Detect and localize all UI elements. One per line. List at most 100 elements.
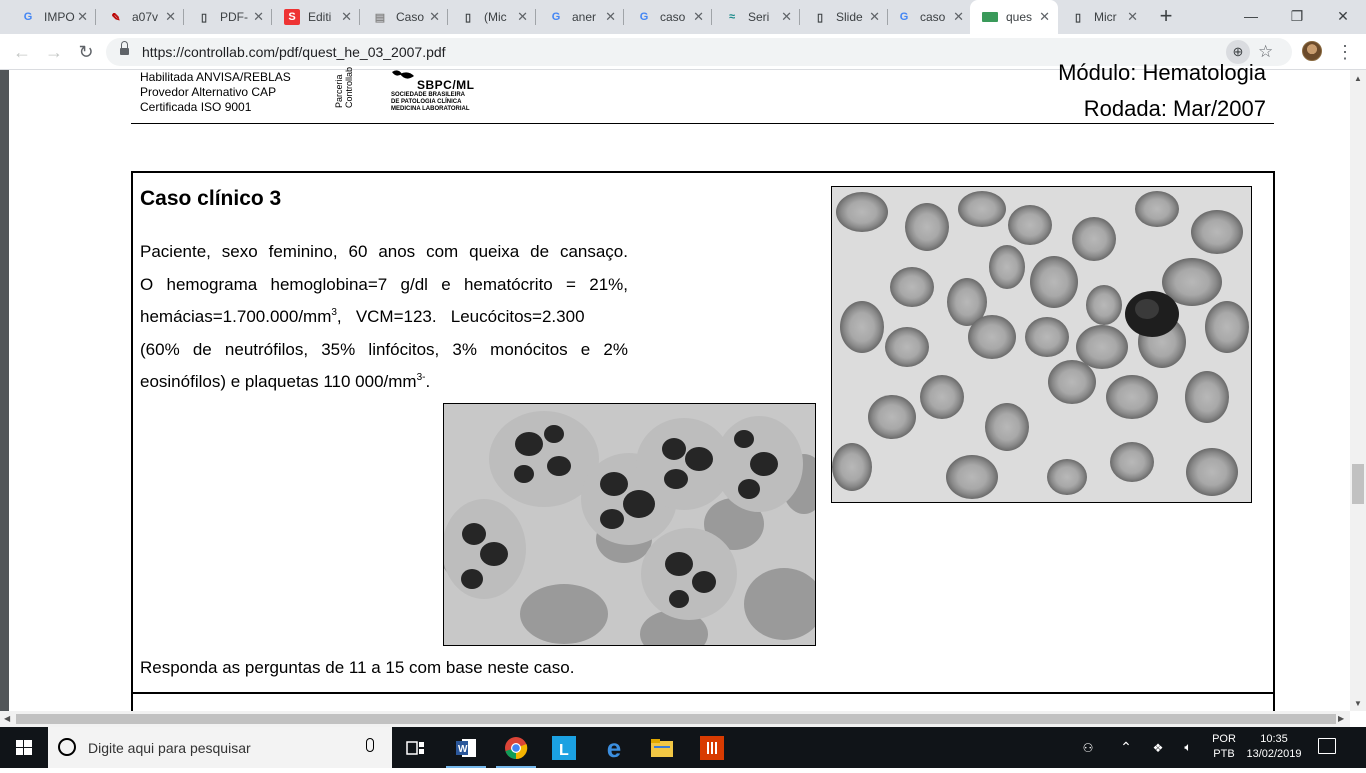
office-lens-icon[interactable]: [688, 727, 736, 768]
case-text: hemácias=1.700.000/mm: [140, 307, 332, 326]
task-view-icon[interactable]: [392, 727, 440, 768]
sbpc-name-line: DE PATOLOGIA CLÍNICA: [391, 99, 462, 105]
parceria-line: Controllab: [344, 66, 354, 108]
scroll-right-icon[interactable]: ▶: [1338, 714, 1344, 723]
clock-time: 10:35: [1260, 733, 1288, 745]
document-icon: ▯: [816, 11, 824, 24]
close-icon[interactable]: ✕: [1039, 9, 1050, 25]
case-line: hemácias=1.700.000/mm3, VCM=123. Leucóci…: [140, 301, 628, 334]
clock-date: 13/02/2019: [1246, 748, 1302, 760]
tab-title: IMPO: [44, 10, 75, 24]
case-line: Paciente, sexo feminino, 60 anos com que…: [140, 242, 628, 261]
wave-icon: ≈: [728, 11, 736, 23]
tab-0[interactable]: G IMPO ✕: [8, 0, 96, 34]
back-button[interactable]: ←: [10, 40, 34, 64]
tab-2[interactable]: ▯ PDF- ✕: [184, 0, 272, 34]
case-title: Caso clínico 3: [140, 187, 282, 210]
close-window-button[interactable]: ✕: [1320, 0, 1366, 34]
taskbar-search[interactable]: Digite aqui para pesquisar: [48, 727, 392, 768]
search-placeholder[interactable]: Digite aqui para pesquisar: [88, 740, 251, 756]
tab-11-active[interactable]: ques ✕: [970, 0, 1058, 34]
people-icon[interactable]: ⚇: [1074, 727, 1102, 768]
tab-title: a07v: [132, 10, 159, 24]
pdf-green-icon: [982, 9, 998, 25]
tab-title: ques: [1006, 10, 1033, 24]
tab-title: PDF-: [220, 10, 248, 24]
sbpc-name-line: SOCIEDADE BRASILEIRA: [391, 92, 466, 98]
tab-title: caso: [660, 10, 686, 24]
google-icon: G: [639, 11, 649, 23]
system-clock[interactable]: 10:35 13/02/2019: [1244, 732, 1304, 762]
vertical-scrollbar[interactable]: ▲ ▼: [1350, 70, 1366, 711]
tab-3[interactable]: S Editi ✕: [272, 0, 360, 34]
case-text: , VCM=123. Leucócitos=2.300: [336, 307, 585, 326]
tab-5[interactable]: ▯ (Mic ✕: [448, 0, 536, 34]
close-icon[interactable]: ✕: [429, 9, 440, 25]
url-text[interactable]: https://controllab.com/pdf/quest_he_03_2…: [142, 44, 446, 60]
menu-kebab-icon[interactable]: ⋮: [1336, 40, 1354, 64]
dropbox-icon[interactable]: ❖: [1146, 727, 1170, 768]
parceria-vertical: Parceria Controllab: [334, 67, 354, 108]
edge-icon[interactable]: e: [590, 727, 638, 768]
close-icon[interactable]: ✕: [1127, 9, 1138, 25]
scroll-down-icon[interactable]: ▼: [1354, 699, 1362, 708]
close-icon[interactable]: ✕: [517, 9, 528, 25]
close-icon[interactable]: ✕: [781, 9, 792, 25]
start-button[interactable]: [0, 727, 48, 768]
vertical-scroll-thumb[interactable]: [1352, 464, 1364, 504]
close-icon[interactable]: ✕: [869, 9, 880, 25]
close-icon[interactable]: ✕: [693, 9, 704, 25]
lang-top: POR: [1212, 733, 1236, 745]
case-line: O hemograma hemoglobina=7 g/dl e hematóc…: [140, 274, 628, 294]
minimize-button[interactable]: —: [1228, 0, 1274, 34]
profile-avatar[interactable]: [1302, 41, 1322, 61]
case-instructions: Responda as perguntas de 11 a 15 com bas…: [140, 658, 575, 677]
file-explorer-icon[interactable]: [638, 727, 686, 768]
forward-button[interactable]: →: [42, 40, 66, 64]
scribd-icon: S: [284, 9, 300, 25]
tab-6[interactable]: G aner ✕: [536, 0, 624, 34]
modulo-title: Módulo: Hematologia: [1058, 60, 1266, 85]
horizontal-scrollbar[interactable]: ◀ ▶: [0, 711, 1350, 727]
reload-button[interactable]: ↻: [74, 40, 98, 64]
close-icon[interactable]: ✕: [77, 9, 88, 25]
sbpc-fullname: SOCIEDADE BRASILEIRA DE PATOLOGIA CLÍNIC…: [391, 92, 470, 113]
restore-button[interactable]: ❐: [1274, 0, 1320, 34]
case-description: Paciente, sexo feminino, 60 anos com que…: [140, 236, 628, 399]
close-icon[interactable]: ✕: [165, 9, 176, 25]
tab-8[interactable]: ≈ Seri ✕: [712, 0, 800, 34]
close-icon[interactable]: ✕: [341, 9, 352, 25]
scroll-up-icon[interactable]: ▲: [1354, 74, 1362, 83]
tab-1[interactable]: ✎ a07v ✕: [96, 0, 184, 34]
sbpc-name-line: MEDICINA LABORATORIAL: [391, 106, 470, 112]
lexicon-icon[interactable]: L: [540, 727, 588, 768]
close-icon[interactable]: ✕: [253, 9, 264, 25]
tab-9[interactable]: ▯ Slide ✕: [800, 0, 888, 34]
close-icon[interactable]: ✕: [605, 9, 616, 25]
micrograph-neutrophils: [443, 403, 816, 646]
case-text: eosinófilos) e plaquetas 110 000/mm: [140, 372, 417, 391]
pen-icon: ✎: [111, 11, 121, 24]
header-line: Provedor Alternativo CAP: [140, 85, 277, 99]
input-language[interactable]: POR PTB: [1206, 732, 1242, 762]
microphone-icon[interactable]: [366, 738, 374, 752]
tray-expand-icon[interactable]: ⌃: [1114, 727, 1138, 768]
horizontal-scroll-thumb[interactable]: [16, 714, 1336, 724]
volume-icon[interactable]: 🔈︎: [1176, 727, 1200, 768]
pdf-left-gutter: [0, 70, 9, 711]
document-icon: ▯: [464, 11, 472, 24]
tab-12[interactable]: ▯ Micr ✕: [1058, 0, 1146, 34]
tab-strip: G IMPO ✕ ✎ a07v ✕ ▯ PDF- ✕ S Editi ✕ ▤ C…: [0, 0, 1366, 34]
tab-4[interactable]: ▤ Caso ✕: [360, 0, 448, 34]
scroll-left-icon[interactable]: ◀: [4, 714, 10, 723]
word-icon[interactable]: W: [442, 727, 490, 768]
action-center-icon[interactable]: [1318, 738, 1336, 754]
close-icon[interactable]: ✕: [953, 9, 964, 25]
header-line: Habilitada ANVISA/REBLAS: [140, 70, 291, 84]
chrome-icon[interactable]: [492, 727, 540, 768]
svg-text:W: W: [458, 744, 468, 755]
tab-title: Slide: [836, 10, 863, 24]
tab-10[interactable]: G caso ✕: [884, 0, 972, 34]
tab-7[interactable]: G caso ✕: [624, 0, 712, 34]
new-tab-button[interactable]: +: [1154, 4, 1178, 28]
